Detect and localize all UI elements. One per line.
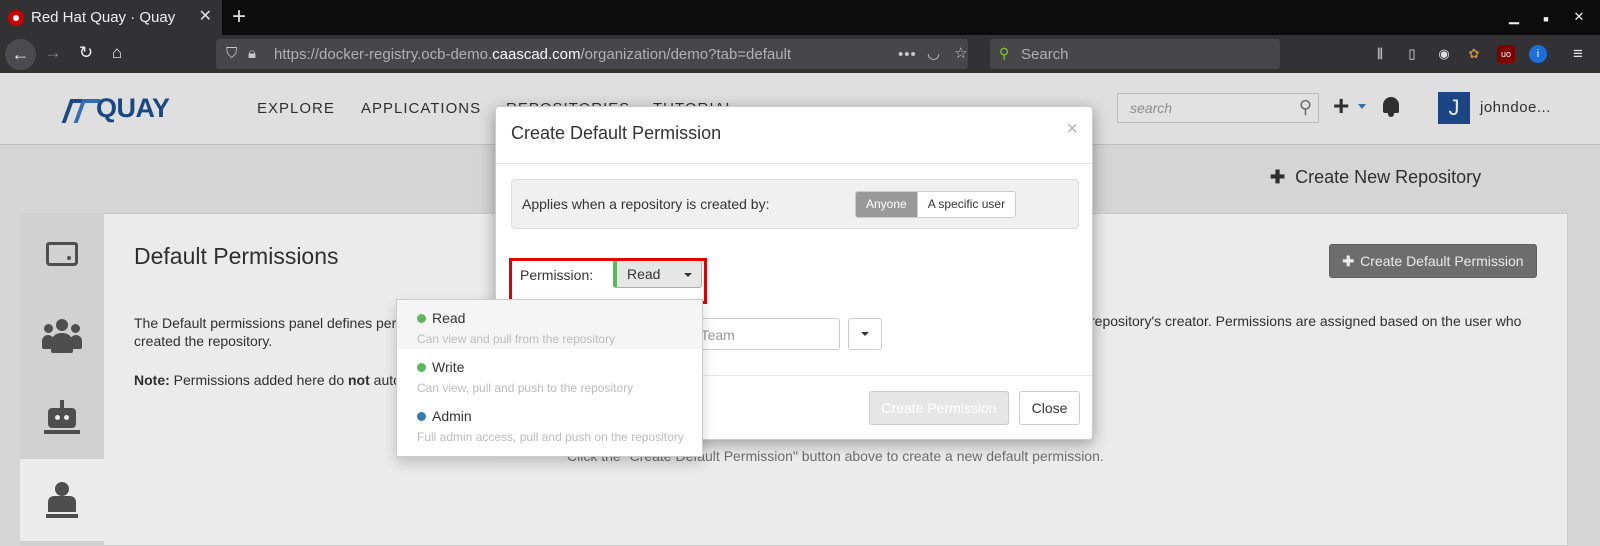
account-icon[interactable]: ◉ [1435,45,1453,63]
browser-search-bar[interactable]: ⚲ Search [990,39,1280,69]
password-manager-icon[interactable]: i [1529,45,1547,63]
applies-option-anyone[interactable]: Anyone [856,192,917,217]
redhat-favicon-icon [8,9,24,26]
modal-title: Create Default Permission [511,123,722,143]
green-dot-icon [417,363,426,372]
option-description: Can view and pull from the repository [417,332,616,346]
applies-label: Applies when a repository is created by: [522,196,770,212]
lock-icon[interactable]: 🔒︎ [248,45,256,63]
permission-option-admin[interactable]: Admin Full admin access, pull and push o… [397,398,702,447]
shield-icon[interactable]: ⛉ [226,45,237,63]
hamburger-menu-icon[interactable]: ≡ [1569,44,1587,63]
library-icon[interactable]: ⫼ [1371,45,1389,63]
modal-close-icon[interactable]: × [1066,119,1078,139]
option-name: Write [432,359,465,375]
green-dot-icon [417,314,426,323]
permission-option-read[interactable]: Read Can view and pull from the reposito… [397,300,702,349]
create-permission-button[interactable]: Create Permission [869,391,1009,425]
maximize-icon[interactable]: ■ [1538,11,1554,27]
ublock-icon[interactable]: uo [1497,45,1515,63]
option-description: Can view, pull and push to the repositor… [417,381,634,395]
sidebar-icon[interactable]: ▯ [1403,45,1421,63]
entity-dropdown-button[interactable] [848,318,882,350]
home-icon[interactable]: ⌂ [107,43,127,63]
applies-option-specific-user[interactable]: A specific user [916,192,1016,217]
divider [496,163,1092,164]
permission-dropdown-menu: Read Can view and pull from the reposito… [396,299,703,457]
option-name: Read [432,310,466,326]
browser-toolbar: ← → ↻ ⌂ ⛉ 🔒︎ https://docker-registry.ocb… [0,35,1600,73]
more-actions-icon[interactable]: ••• [898,46,917,64]
close-button[interactable]: Close [1019,391,1080,425]
new-tab-icon[interactable]: + [232,5,246,29]
applies-panel: Applies when a repository is created by:… [511,179,1079,229]
bookmark-star-icon[interactable]: ☆ [954,45,967,63]
minimize-icon[interactable]: ▁ [1506,9,1522,25]
url-text[interactable]: https://docker-registry.ocb-demo.caascad… [274,46,791,63]
search-engine-icon: ⚲ [999,45,1010,61]
browser-search-placeholder: Search [1021,46,1069,63]
highlight-box [509,258,707,304]
reload-icon[interactable]: ↻ [76,43,96,63]
window-close-icon[interactable]: ✕ [1571,9,1587,25]
pocket-icon[interactable]: ◡ [927,45,940,63]
url-bar[interactable]: ⛉ 🔒︎ https://docker-registry.ocb-demo.ca… [216,39,968,69]
option-name: Admin [432,408,472,424]
applies-toggle: Anyone A specific user [855,191,1017,218]
forward-icon[interactable]: → [43,43,63,63]
browser-tab[interactable]: Red Hat Quay · Quay ✕ [0,0,222,35]
permission-option-write[interactable]: Write Can view, pull and push to the rep… [397,349,702,398]
tab-title: Red Hat Quay · Quay [31,9,176,26]
extension-icon[interactable]: ✿ [1465,45,1483,63]
browser-tab-bar: Red Hat Quay · Quay ✕ + ▁ ■ ✕ [0,0,1600,35]
option-description: Full admin access, pull and push on the … [417,430,684,444]
back-icon[interactable]: ← [5,39,36,70]
close-tab-icon[interactable]: ✕ [199,8,212,26]
blue-dot-icon [417,412,426,421]
